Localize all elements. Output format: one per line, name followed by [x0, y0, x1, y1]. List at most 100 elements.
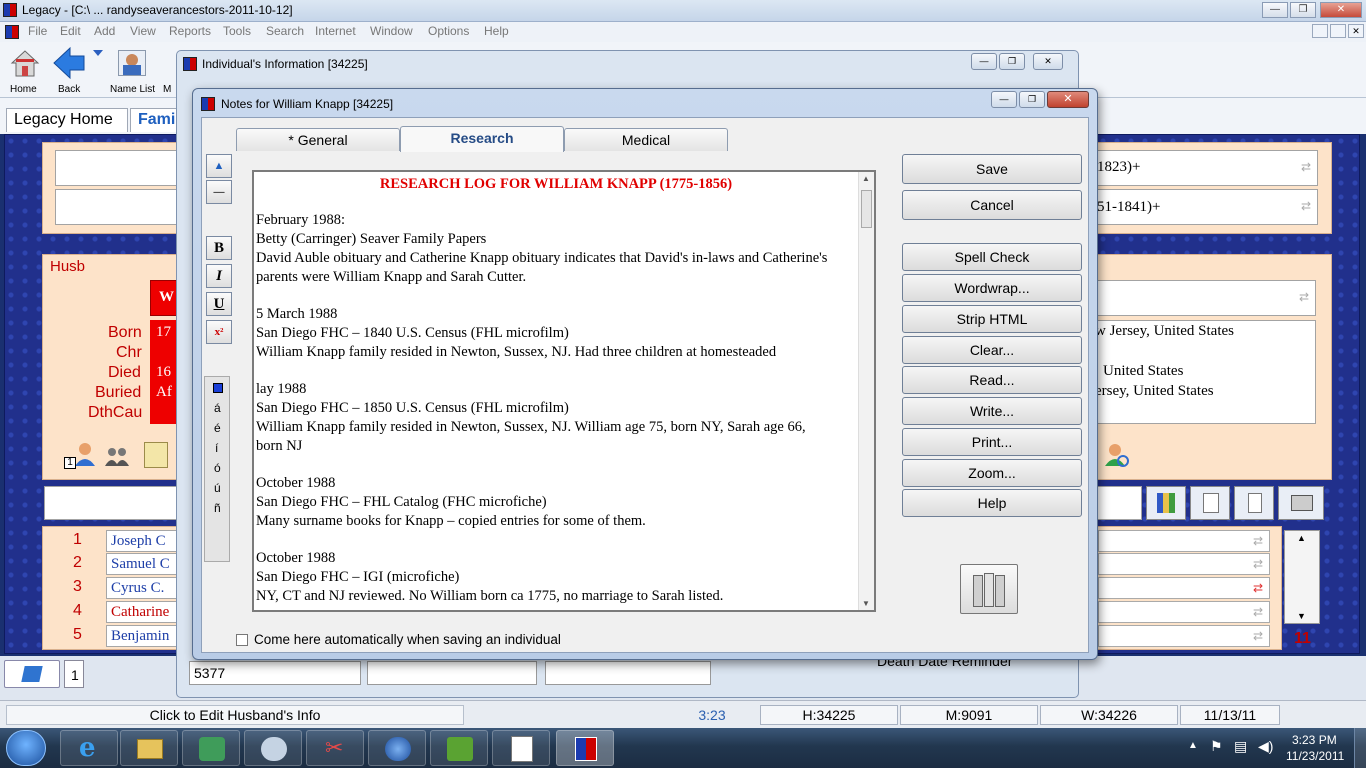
wife-name-field[interactable]: ⇄	[1090, 280, 1316, 316]
books-library-icon[interactable]	[960, 564, 1018, 614]
close-button[interactable]: ✕	[1320, 2, 1362, 18]
back-dropdown-icon[interactable]	[93, 50, 103, 56]
scroll-thumb[interactable]	[861, 190, 872, 228]
menu-internet[interactable]: Internet	[315, 24, 356, 38]
scroll-up-arrow-icon[interactable]: ▲	[206, 154, 232, 178]
indiv-restore-button[interactable]: ❐	[999, 53, 1025, 70]
accent-char[interactable]: ñ	[214, 501, 221, 515]
swap-icon[interactable]: ⇄	[1301, 160, 1311, 174]
accent-char[interactable]: ú	[214, 481, 221, 495]
swap-icon[interactable]: ⇄	[1253, 605, 1263, 619]
menu-window[interactable]: Window	[370, 24, 413, 38]
scroll-down-icon[interactable]: ▼	[1297, 611, 1306, 621]
swap-icon[interactable]: ⇄	[1253, 629, 1263, 643]
start-button-icon[interactable]	[6, 730, 46, 766]
notes-close-button[interactable]: ✕	[1047, 91, 1089, 108]
notes-text-area[interactable]: RESEARCH LOG FOR WILLIAM KNAPP (1775-185…	[252, 170, 876, 612]
wordwrap-button[interactable]: Wordwrap...	[902, 274, 1082, 302]
accent-char[interactable]: á	[214, 401, 221, 415]
scroll-down-icon[interactable]: ▼	[862, 599, 870, 608]
swap-icon[interactable]: ⇄	[1253, 534, 1263, 548]
tray-expand-icon[interactable]: ▲	[1188, 740, 1198, 751]
child-row-right[interactable]: ⇄	[1098, 625, 1270, 647]
scroll-up-icon[interactable]: ▲	[862, 174, 870, 183]
page-icon[interactable]	[1234, 486, 1274, 520]
group-icon[interactable]	[104, 446, 130, 466]
notes-icon[interactable]	[144, 442, 168, 468]
strip-html-button[interactable]: Strip HTML	[902, 305, 1082, 333]
family-tree-app-icon[interactable]	[182, 730, 240, 766]
menu-view[interactable]: View	[130, 24, 156, 38]
home-icon[interactable]	[10, 48, 40, 78]
child-row-right[interactable]: ⇄	[1098, 601, 1270, 623]
bold-button[interactable]: B	[206, 236, 232, 260]
clock-time[interactable]: 3:23 PM	[1292, 733, 1337, 747]
books-icon[interactable]	[1146, 486, 1186, 520]
minus-icon[interactable]: —	[206, 180, 232, 204]
legacy-taskbar-icon[interactable]	[556, 730, 614, 766]
indiv-close-button[interactable]: ✕	[1033, 53, 1063, 70]
wife-individual-icon[interactable]	[1104, 442, 1130, 468]
pdf-app-icon[interactable]	[492, 730, 550, 766]
accent-char[interactable]: ó	[214, 461, 221, 475]
help-button[interactable]: Help	[902, 489, 1082, 517]
notes-scrollbar[interactable]: ▲ ▼	[858, 172, 874, 610]
menu-tools[interactable]: Tools	[223, 24, 251, 38]
child-row-right[interactable]: ⇄	[1098, 577, 1270, 599]
swap-icon[interactable]: ⇄	[1253, 557, 1263, 571]
child-row-right[interactable]: ⇄	[1098, 530, 1270, 552]
swap-icon[interactable]: ⇄	[1299, 290, 1309, 304]
accent-char[interactable]: í	[215, 441, 218, 455]
show-desktop-button[interactable]	[1354, 728, 1366, 768]
tab-medical[interactable]: Medical	[564, 128, 728, 151]
editor-app-icon[interactable]	[430, 730, 488, 766]
print-button[interactable]: Print...	[902, 428, 1082, 456]
husband-father-field[interactable]	[55, 150, 195, 186]
menu-options[interactable]: Options	[428, 24, 469, 38]
book-tab-icon[interactable]	[4, 660, 60, 688]
spell-check-button[interactable]: Spell Check	[902, 243, 1082, 271]
settings-app-icon[interactable]	[244, 730, 302, 766]
minimize-button[interactable]: —	[1262, 2, 1288, 18]
wife-mother-field[interactable]: 51-1841)+ ⇄	[1090, 189, 1318, 225]
mdi-minimize-button[interactable]	[1312, 24, 1328, 38]
husband-mother-field[interactable]	[55, 189, 195, 225]
status-husband-id[interactable]: H:34225	[760, 705, 898, 725]
wife-events-box[interactable]: w Jersey, United States United States er…	[1090, 320, 1316, 424]
action-center-icon[interactable]: ⚑	[1210, 738, 1223, 755]
clock-date[interactable]: 11/23/2011	[1286, 749, 1344, 763]
name-list-icon[interactable]	[118, 50, 146, 76]
clear-button[interactable]: Clear...	[902, 336, 1082, 364]
volume-icon[interactable]: ◀)	[1258, 738, 1273, 755]
internet-explorer-icon[interactable]: e	[60, 730, 118, 766]
italic-button[interactable]: I	[206, 264, 232, 288]
restore-button[interactable]: ❐	[1290, 2, 1316, 18]
swap-icon[interactable]: ⇄	[1253, 581, 1263, 595]
read-button[interactable]: Read...	[902, 366, 1082, 394]
indiv-id-field[interactable]: 5377	[189, 661, 361, 685]
document-icon[interactable]	[1190, 486, 1230, 520]
wife-father-field[interactable]: 1823)+ ⇄	[1090, 150, 1318, 186]
indiv-field[interactable]	[545, 661, 711, 685]
explorer-folder-icon[interactable]	[120, 730, 178, 766]
underline-button[interactable]: U	[206, 292, 232, 316]
child-row-right[interactable]: ⇄	[1098, 553, 1270, 575]
snipping-tool-icon[interactable]: ✂	[306, 730, 364, 766]
color-swatch-icon[interactable]	[213, 383, 223, 393]
children-scrollbar[interactable]: ▲ ▼	[1284, 530, 1320, 624]
tab-general[interactable]: * General	[236, 128, 400, 151]
tab-legacy-home[interactable]: Legacy Home	[6, 108, 128, 132]
indiv-minimize-button[interactable]: —	[971, 53, 997, 70]
picture-icon[interactable]	[1278, 486, 1324, 520]
back-arrow-icon[interactable]	[52, 46, 86, 80]
network-icon[interactable]: ▤	[1234, 738, 1247, 755]
write-button[interactable]: Write...	[902, 397, 1082, 425]
notes-minimize-button[interactable]: —	[991, 91, 1017, 108]
cancel-button[interactable]: Cancel	[902, 190, 1082, 220]
status-wife-id[interactable]: W:34226	[1040, 705, 1178, 725]
save-button[interactable]: Save	[902, 154, 1082, 184]
individual-icon[interactable]	[74, 442, 96, 466]
accent-char[interactable]: é	[214, 421, 221, 435]
email-client-icon[interactable]	[368, 730, 426, 766]
mdi-close-button[interactable]: ✕	[1348, 24, 1364, 38]
